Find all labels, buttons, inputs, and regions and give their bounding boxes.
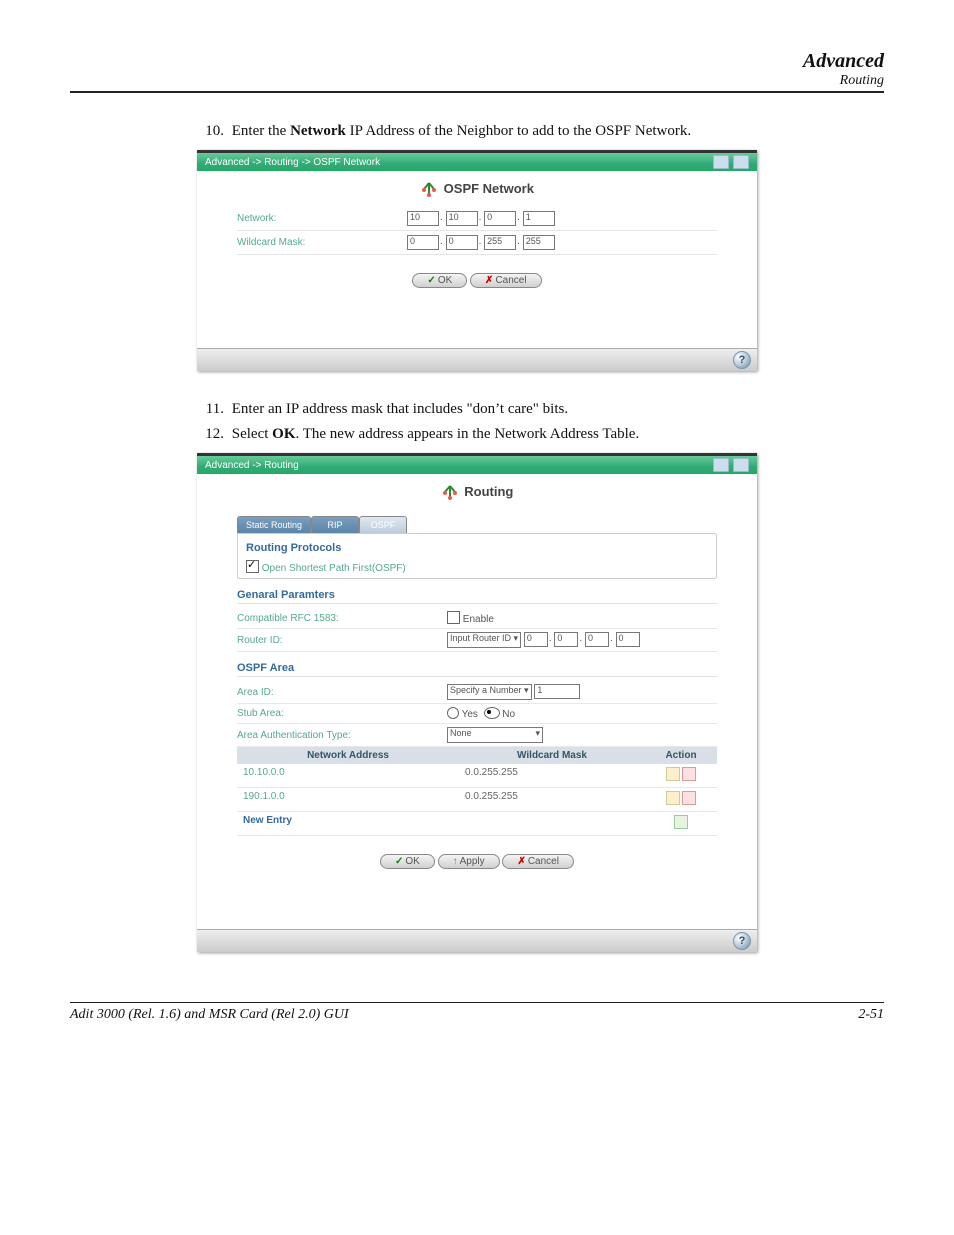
tab-rip[interactable]: RIP <box>311 516 359 533</box>
rid-octet-3[interactable]: 0 <box>585 632 609 647</box>
checkbox-ospf[interactable] <box>246 560 259 573</box>
help-icon[interactable]: ? <box>733 351 751 369</box>
toolbar-icon[interactable] <box>713 155 729 169</box>
header-title: Advanced <box>70 50 884 73</box>
screenshot-routing: Advanced -> Routing Routing Static Routi… <box>197 453 757 952</box>
screenshot-ospf-network: Advanced -> Routing -> OSPF Network OSPF… <box>197 150 757 371</box>
step-11: 11. Enter an IP address mask that includ… <box>200 401 884 418</box>
breadcrumb: Advanced -> Routing <box>197 456 757 474</box>
table-header: Network Address Wildcard Mask Action <box>237 747 717 764</box>
row-area-id: Area ID: Specify a Number ▾ 1 <box>237 681 717 704</box>
row-compatible-rfc: Compatible RFC 1583: Enable <box>237 608 717 629</box>
rid-octet-1[interactable]: 0 <box>524 632 548 647</box>
select-router-id[interactable]: Input Router ID ▾ <box>447 632 521 648</box>
tab-ospf[interactable]: OSPF <box>359 516 407 533</box>
toolbar-icon[interactable] <box>713 458 729 472</box>
delete-icon[interactable] <box>682 767 696 781</box>
page-header: Advanced Routing <box>70 50 884 93</box>
rid-octet-4[interactable]: 0 <box>616 632 640 647</box>
edit-icon[interactable] <box>666 791 680 805</box>
rid-octet-2[interactable]: 0 <box>554 632 578 647</box>
table-row: 190.1.0.0 0.0.255.255 <box>237 788 717 812</box>
breadcrumb: Advanced -> Routing -> OSPF Network <box>197 153 757 171</box>
shot-footer: ? <box>197 348 757 371</box>
section-general-parameters: Genaral Paramters <box>237 589 717 604</box>
step-10: 10. Enter the Network IP Address of the … <box>200 123 884 140</box>
delete-icon[interactable] <box>682 791 696 805</box>
table-row-new[interactable]: New Entry <box>237 812 717 836</box>
cancel-button[interactable]: ✗Cancel <box>470 273 542 288</box>
area-id-value[interactable]: 1 <box>534 684 580 699</box>
help-icon[interactable]: ? <box>733 932 751 950</box>
mask-octet-3[interactable]: 255 <box>484 235 516 250</box>
ip-octet-3[interactable]: 0 <box>484 211 516 226</box>
step-12: 12. Select OK. The new address appears i… <box>200 426 884 443</box>
checkbox-enable-rfc1583[interactable] <box>447 611 460 624</box>
add-icon[interactable] <box>674 815 688 829</box>
header-subtitle: Routing <box>70 73 884 89</box>
cancel-button[interactable]: ✗Cancel <box>502 854 574 869</box>
mask-octet-2[interactable]: 0 <box>446 235 478 250</box>
ok-button[interactable]: ✓OK <box>412 273 467 288</box>
ok-button[interactable]: ✓OK <box>380 854 435 869</box>
page-title: Routing <box>197 474 757 510</box>
section-routing-protocols: Routing Protocols <box>246 542 708 554</box>
apply-button[interactable]: ↑Apply <box>438 854 500 869</box>
select-area-id[interactable]: Specify a Number ▾ <box>447 684 532 700</box>
mask-octet-1[interactable]: 0 <box>407 235 439 250</box>
toolbar-icon[interactable] <box>733 458 749 472</box>
shot-footer: ? <box>197 929 757 952</box>
row-network: Network: 10. 10. 0. 1 <box>237 207 717 231</box>
page-footer: Adit 3000 (Rel. 1.6) and MSR Card (Rel 2… <box>70 1002 884 1023</box>
table-row: 10.10.0.0 0.0.255.255 <box>237 764 717 788</box>
section-ospf-area: OSPF Area <box>237 662 717 677</box>
page-title: OSPF Network <box>197 171 757 207</box>
tab-static-routing[interactable]: Static Routing <box>237 516 311 533</box>
radio-stub-yes[interactable] <box>447 707 459 719</box>
row-router-id: Router ID: Input Router ID ▾ 0. 0. 0. 0 <box>237 629 717 652</box>
select-auth-type[interactable]: None ▾ <box>447 727 543 743</box>
ip-octet-2[interactable]: 10 <box>446 211 478 226</box>
radio-stub-no[interactable] <box>484 707 500 719</box>
edit-icon[interactable] <box>666 767 680 781</box>
mask-octet-4[interactable]: 255 <box>523 235 555 250</box>
row-wildcard-mask: Wildcard Mask: 0. 0. 255. 255 <box>237 231 717 255</box>
toolbar-icon[interactable] <box>733 155 749 169</box>
row-stub-area: Stub Area: Yes No <box>237 704 717 724</box>
row-auth-type: Area Authentication Type: None ▾ <box>237 724 717 747</box>
ip-octet-1[interactable]: 10 <box>407 211 439 226</box>
ip-octet-4[interactable]: 1 <box>523 211 555 226</box>
